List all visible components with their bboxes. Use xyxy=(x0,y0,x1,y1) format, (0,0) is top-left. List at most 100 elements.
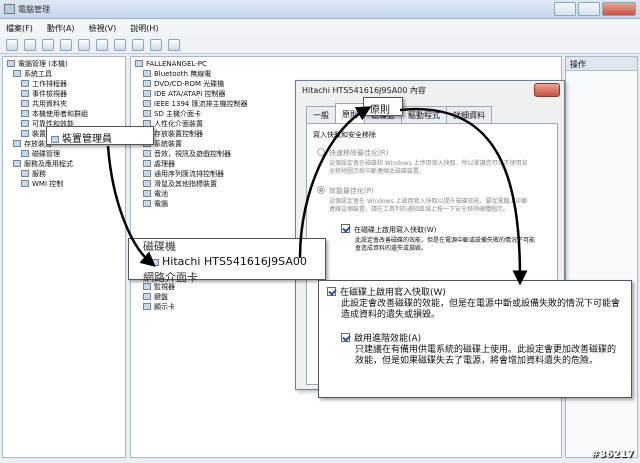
device-category[interactable]: 通用序列匯流排控制器 xyxy=(143,170,224,179)
toolbar xyxy=(0,36,640,54)
device-manager-icon xyxy=(21,130,29,137)
tab-general[interactable]: 一般 xyxy=(306,106,336,124)
quick-removal-option[interactable]: 快速移除最佳化(R) xyxy=(317,148,551,158)
close-button[interactable] xyxy=(602,2,636,16)
computer-management-icon xyxy=(4,4,15,14)
tree-item[interactable]: 共用資料夾 xyxy=(21,100,67,109)
dialog-close-button[interactable] xyxy=(534,83,560,97)
menu-file[interactable]: 檔案(F) xyxy=(6,23,33,33)
write-cache-checkbox-small[interactable] xyxy=(341,224,350,233)
device-category[interactable]: Bluetooth 無線電 xyxy=(143,70,211,79)
sound-icon xyxy=(143,150,151,157)
device-category[interactable]: 顯示卡 xyxy=(143,303,175,312)
performance-radio[interactable] xyxy=(317,186,325,194)
disk-callout: 磁碟機 Hitachi HTS541616J9SA00 網路介面卡 xyxy=(128,238,326,284)
write-cache-desc: 此設定會改善磁碟的效能，但是在電源中斷或設備失敗的情況下可能會造成資料的遺失或損… xyxy=(341,299,621,320)
write-cache-option-small[interactable]: 在磁碟上啟用寫入快取(W) xyxy=(341,224,551,235)
help-icon[interactable] xyxy=(96,39,108,51)
advanced-performance-option[interactable]: 啟用進階效能(A) xyxy=(341,333,623,345)
menu-bar: 檔案(F) 動作(A) 檢視(V) 說明(H) xyxy=(0,19,640,36)
tools-icon xyxy=(13,70,21,77)
tab-driver[interactable]: 驅動程式 xyxy=(401,106,447,124)
show-hide-tree-icon[interactable] xyxy=(60,39,72,51)
write-cache-desc-small: 此設定會改善磁碟的效能，但是在電源中斷或設備失敗的情況下可能會造成資料的遺失或損… xyxy=(355,237,536,252)
usb-icon xyxy=(143,170,151,177)
performance-option[interactable]: 效能最佳化(P) xyxy=(317,186,551,196)
device-root[interactable]: FALLENANGEL-PC xyxy=(135,60,207,69)
menu-action[interactable]: 動作(A) xyxy=(47,23,75,33)
console-tree: 電腦管理 (本機) 系統工具 工作排程器 事件檢視器 共用資料夾 本機使用者和群… xyxy=(2,56,126,458)
disk-name-label[interactable]: Hitachi HTS541616J9SA00 xyxy=(151,255,307,268)
tree-item[interactable]: 服務及應用程式 xyxy=(13,160,73,169)
device-manager-icon xyxy=(51,136,59,143)
scan-hardware-icon[interactable] xyxy=(114,39,126,51)
computer-icon xyxy=(135,60,143,67)
task-scheduler-icon xyxy=(21,80,29,87)
back-icon[interactable] xyxy=(6,39,18,51)
tree-item[interactable]: 磁碟管理 xyxy=(21,150,60,159)
performance-desc: 這個設定會在 Windows 上啟用寫入快取以提升磁碟效能。要從電腦上中斷連線這… xyxy=(329,198,528,213)
device-category[interactable]: 滑鼠及其他指標裝置 xyxy=(143,180,217,189)
storage-icon xyxy=(13,140,21,147)
keyboard-icon xyxy=(143,293,151,300)
services-icon xyxy=(21,170,29,177)
forward-icon[interactable] xyxy=(24,39,36,51)
tab-policies[interactable]: 原則 xyxy=(335,103,365,124)
update-driver-icon[interactable] xyxy=(132,39,144,51)
sd-card-icon xyxy=(143,110,151,117)
display-adapter-icon xyxy=(143,303,151,310)
watermark: #36217 xyxy=(590,449,634,460)
device-category[interactable]: SD 主機介面卡 xyxy=(143,110,201,119)
tree-item[interactable]: 系統工具 xyxy=(13,70,52,79)
minimize-button[interactable] xyxy=(554,2,576,16)
window-title: 電腦管理 xyxy=(18,5,50,14)
uninstall-icon[interactable] xyxy=(150,39,162,51)
write-cache-option[interactable]: 在磁碟上啟用寫入快取(W) xyxy=(327,287,623,299)
advanced-performance-checkbox[interactable] xyxy=(341,333,350,342)
disable-icon[interactable] xyxy=(168,39,180,51)
actions-header: 操作 xyxy=(566,57,637,71)
dialog-title: Hitachi HTS541616J9SA00 內容 xyxy=(302,86,426,95)
battery-icon xyxy=(143,190,151,197)
device-category[interactable]: 電腦 xyxy=(143,200,168,209)
properties-icon[interactable] xyxy=(78,39,90,51)
advanced-performance-desc: 只建議在有備用供電系統的磁碟上使用。此設定會更加改善磁碟的效能，但是如果磁碟失去… xyxy=(355,345,617,366)
ieee1394-icon xyxy=(143,100,151,107)
tree-item[interactable]: 電腦管理 (本機) xyxy=(7,60,68,69)
processor-icon xyxy=(143,160,151,167)
tree-item[interactable]: 服務 xyxy=(21,170,46,179)
write-cache-checkbox[interactable] xyxy=(327,287,336,296)
performance-icon xyxy=(21,120,29,127)
tab-details[interactable]: 詳細資料 xyxy=(446,106,492,124)
folder-icon xyxy=(21,100,29,107)
device-category[interactable]: 電池 xyxy=(143,190,168,199)
event-viewer-icon xyxy=(21,90,29,97)
wmi-icon xyxy=(21,180,29,187)
tree-item[interactable]: 本機使用者和群組 xyxy=(21,110,88,119)
tree-item[interactable]: WMI 控制 xyxy=(21,180,63,189)
device-category[interactable]: IEEE 1394 匯流排主機控制器 xyxy=(143,100,248,109)
device-category[interactable]: IDE ATA/ATAPI 控制器 xyxy=(143,90,226,99)
maximize-button[interactable] xyxy=(578,2,600,16)
computer-icon xyxy=(7,60,15,67)
disk-management-icon xyxy=(21,150,29,157)
disk-drives-label: 磁碟機 xyxy=(143,240,176,253)
mouse-icon xyxy=(143,180,151,187)
quick-removal-radio[interactable] xyxy=(317,148,325,156)
device-category[interactable]: 處理器 xyxy=(143,160,175,169)
device-category[interactable]: DVD/CD-ROM 光碟機 xyxy=(143,80,224,89)
device-category[interactable]: 音效，視訊及遊戲控制器 xyxy=(143,150,231,159)
menu-view[interactable]: 檢視(V) xyxy=(89,23,117,33)
users-icon xyxy=(21,110,29,117)
quick-removal-desc: 這個設定會在磁碟和 Windows 上停用寫入快取，所以單讓您可以不使用安全移除… xyxy=(329,160,528,175)
tree-item[interactable]: 工作排程器 xyxy=(21,80,67,89)
computer-management-window: 電腦管理 檔案(F) 動作(A) 檢視(V) 說明(H) 電腦管理 (本機) 系… xyxy=(0,0,640,463)
up-icon[interactable] xyxy=(42,39,54,51)
tree-item[interactable]: 事件檢視器 xyxy=(21,90,67,99)
ide-icon xyxy=(143,90,151,97)
dvd-icon xyxy=(143,80,151,87)
network-adapters-label: 網路介面卡 xyxy=(143,271,198,284)
device-category[interactable]: 鍵盤 xyxy=(143,293,168,302)
title-bar: 電腦管理 xyxy=(0,0,640,19)
menu-help[interactable]: 說明(H) xyxy=(130,23,158,33)
